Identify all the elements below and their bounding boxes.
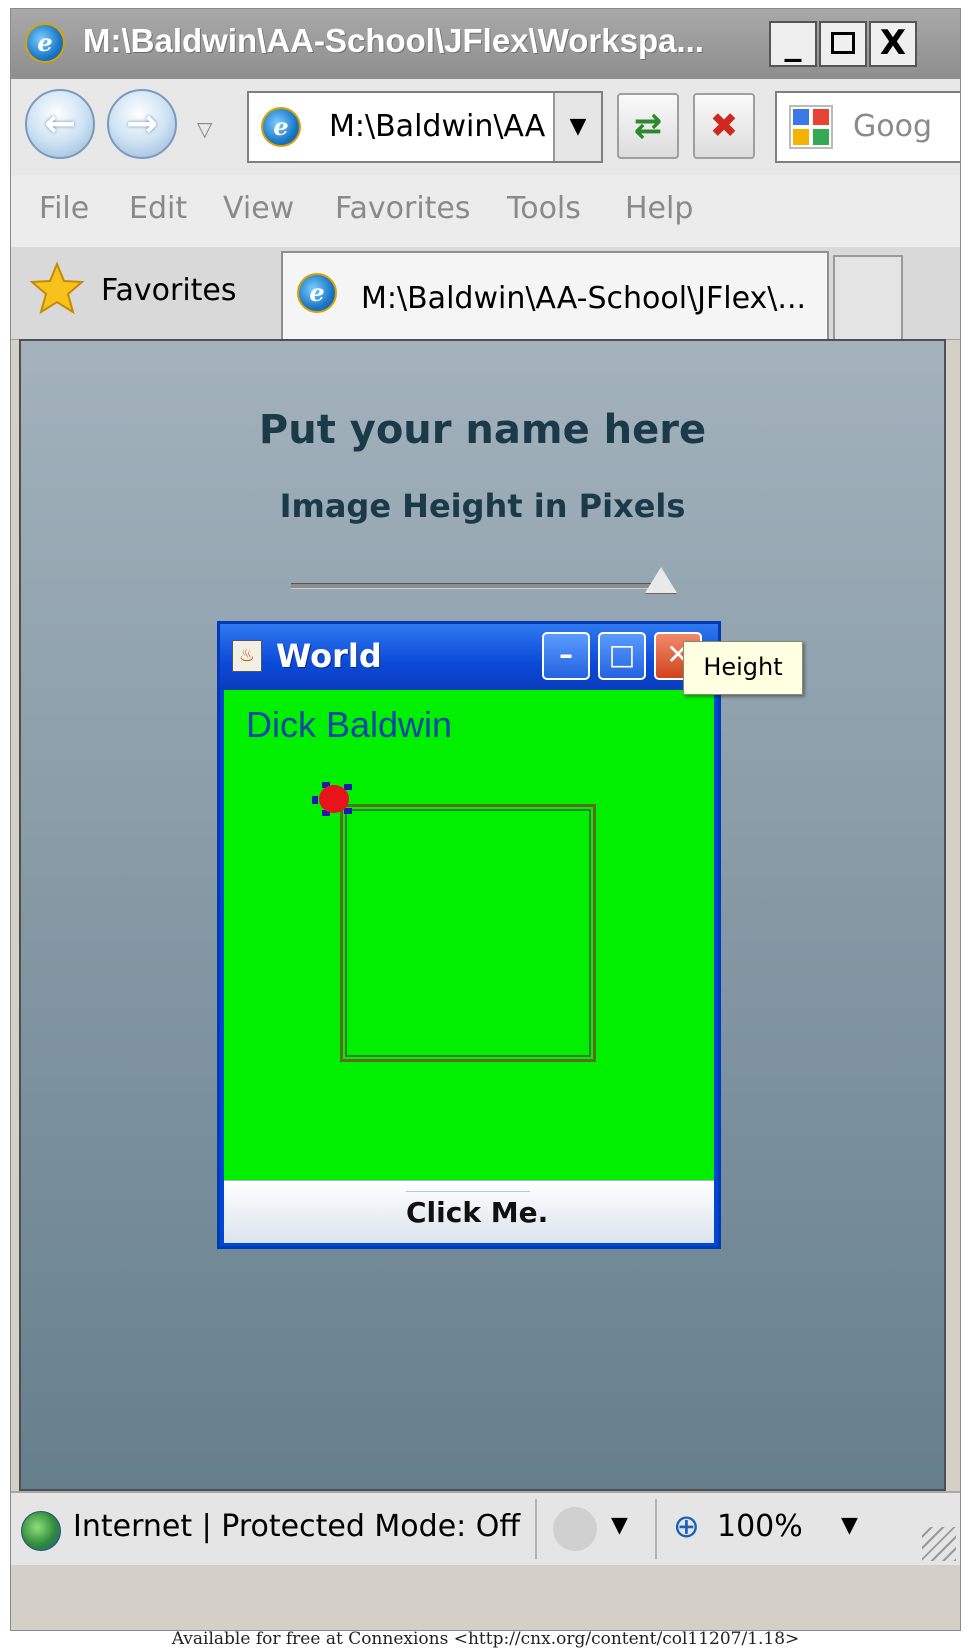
address-bar[interactable]: e M:\Baldwin\AA ▼ (247, 91, 603, 163)
maximize-button[interactable] (819, 21, 867, 67)
turtle-icon (312, 782, 352, 816)
resize-grip[interactable] (922, 1527, 956, 1561)
new-tab-button[interactable] (833, 255, 903, 339)
security-zone-icon[interactable] (553, 1507, 597, 1551)
menu-favorites[interactable]: Favorites (335, 191, 471, 226)
globe-icon (21, 1511, 61, 1551)
menu-edit[interactable]: Edit (129, 191, 187, 226)
google-icon (789, 105, 833, 149)
drawn-square (340, 804, 596, 1062)
zone-status: Internet | Protected Mode: Off (73, 1509, 521, 1544)
tab-current[interactable]: e M:\Baldwin\AA-School\JFlex\... (281, 251, 829, 339)
height-tooltip: Height (683, 641, 803, 695)
search-placeholder[interactable]: Goog (853, 109, 932, 144)
page-heading: Put your name here (258, 407, 707, 453)
address-text[interactable]: M:\Baldwin\AA (329, 109, 545, 144)
zoom-icon[interactable]: ⊕ (673, 1507, 700, 1545)
zoom-level[interactable]: 100% (717, 1509, 803, 1544)
zone-dropdown-icon[interactable]: ▼ (611, 1513, 628, 1538)
tab-ie-icon: e (297, 273, 337, 313)
zoom-dropdown-icon[interactable]: ▼ (841, 1513, 858, 1538)
maximize-icon (831, 32, 855, 54)
java-title-bar: ♨ World – □ ✕ (220, 624, 718, 690)
refresh-button[interactable]: ⇄ (617, 93, 679, 159)
java-minimize-button[interactable]: – (542, 632, 590, 680)
java-icon: ♨ (232, 640, 262, 672)
title-bar: e M:\Baldwin\AA-School\JFlex\Workspa... … (11, 9, 960, 79)
source-footer: Available for free at Connexions <http:/… (171, 1629, 800, 1649)
menu-file[interactable]: File (39, 191, 89, 226)
page-content: Put your name here Image Height in Pixel… (19, 339, 946, 1491)
ie-logo-icon: e (25, 23, 65, 63)
back-button[interactable]: ← (25, 89, 95, 159)
java-window-title: World (276, 637, 382, 675)
status-divider (535, 1499, 537, 1559)
window-title: M:\Baldwin\AA-School\JFlex\Workspa... (83, 22, 704, 59)
java-world-window: ♨ World – □ ✕ Dick Baldwin Click Me. (217, 621, 721, 1249)
favorites-button[interactable]: Favorites (101, 273, 237, 308)
star-icon[interactable] (29, 261, 85, 317)
browser-window: e M:\Baldwin\AA-School\JFlex\Workspa... … (10, 8, 961, 1631)
history-dropdown-icon[interactable]: ▽ (197, 117, 212, 141)
click-me-button[interactable]: Click Me. (406, 1191, 548, 1234)
status-bar: Internet | Protected Mode: Off ▼ ⊕ 100% … (11, 1491, 960, 1565)
height-slider-track[interactable] (291, 583, 661, 589)
world-canvas: Dick Baldwin (224, 690, 714, 1180)
java-maximize-button[interactable]: □ (598, 632, 646, 680)
tab-title: M:\Baldwin\AA-School\JFlex\... (361, 281, 807, 316)
search-box[interactable]: Goog (775, 91, 960, 163)
menu-tools[interactable]: Tools (507, 191, 581, 226)
address-row: ← → ▽ e M:\Baldwin\AA ▼ ⇄ ✖ Goog (11, 79, 960, 176)
world-name-label: Dick Baldwin (246, 704, 453, 745)
minimize-button[interactable]: _ (769, 21, 817, 67)
tab-row: Favorites e M:\Baldwin\AA-School\JFlex\.… (11, 247, 960, 340)
address-dropdown-icon[interactable]: ▼ (553, 93, 601, 161)
forward-icon: → (126, 101, 158, 145)
close-button[interactable]: X (869, 21, 917, 67)
menu-help[interactable]: Help (625, 191, 693, 226)
stop-icon: ✖ (709, 106, 739, 146)
menu-view[interactable]: View (223, 191, 294, 226)
page-icon: e (261, 107, 301, 147)
refresh-icon: ⇄ (633, 106, 663, 146)
back-icon: ← (44, 101, 76, 145)
menu-bar: File Edit View Favorites Tools Help (11, 175, 960, 248)
java-button-bar: Click Me. (224, 1180, 714, 1243)
status-divider (655, 1499, 657, 1559)
forward-button[interactable]: → (107, 89, 177, 159)
page-subheading: Image Height in Pixels (279, 487, 686, 525)
height-slider-thumb[interactable] (645, 567, 677, 593)
stop-button[interactable]: ✖ (693, 93, 755, 159)
